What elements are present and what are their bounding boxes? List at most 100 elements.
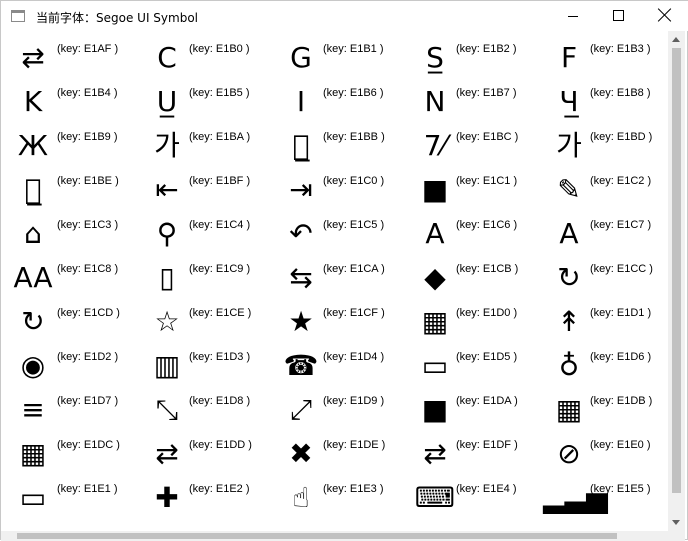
glyph-key-label: (key: E1D2 ) bbox=[57, 351, 119, 363]
glyph-key-label: (key: E1C9 ) bbox=[189, 263, 251, 275]
glyph-key-label: (key: E1B8 ) bbox=[590, 87, 651, 99]
glyph-symbol: ■ bbox=[421, 393, 449, 426]
glyph-cell: ⌨ (key: E1E4 ) bbox=[409, 475, 542, 519]
glyph-cell: K (key: E1B4 ) bbox=[7, 79, 140, 123]
glyph-cell: 가 (key: E1BD ) bbox=[543, 123, 668, 167]
glyph-symbol: ≡ bbox=[21, 393, 45, 426]
glyph-cell: ⤢ (key: E1D9 ) bbox=[275, 387, 408, 431]
glyph-cell: ▭ (key: E1D5 ) bbox=[409, 343, 542, 387]
glyph-cell: ⚲ (key: E1C4 ) bbox=[141, 211, 274, 255]
horizontal-scroll-thumb[interactable] bbox=[17, 533, 617, 539]
glyph-key-label: (key: E1E0 ) bbox=[590, 439, 651, 451]
glyph-symbol: ⤡ bbox=[155, 393, 179, 426]
glyph-cell: ↟ (key: E1D1 ) bbox=[543, 299, 668, 343]
glyph-cell: S̲ (key: E1B2 ) bbox=[409, 35, 542, 79]
glyph-key-label: (key: E1DD ) bbox=[189, 439, 252, 451]
close-icon bbox=[658, 8, 672, 22]
glyph-symbol: S̲ bbox=[426, 41, 444, 74]
glyph-key-label: (key: E1B6 ) bbox=[323, 87, 384, 99]
glyph-symbol: ⚲ bbox=[156, 217, 178, 250]
glyph-symbol: ◆ bbox=[424, 261, 446, 294]
glyph-key-label: (key: E1C6 ) bbox=[456, 219, 518, 231]
glyph-cell: ↻ (key: E1CC ) bbox=[543, 255, 668, 299]
glyph-symbol: ▂▃▅ bbox=[543, 481, 608, 514]
glyph-key-label: (key: E1B2 ) bbox=[456, 43, 517, 55]
glyph-symbol: ★ bbox=[288, 305, 314, 338]
glyph-cell: Ч̲ (key: E1B8 ) bbox=[543, 79, 668, 123]
glyph-cell: ⇆ (key: E1CA ) bbox=[275, 255, 408, 299]
glyph-symbol: 7⁄ bbox=[423, 129, 447, 162]
glyph-cell: ▯ (key: E1C9 ) bbox=[141, 255, 274, 299]
glyph-cell: 가 (key: E1BA ) bbox=[141, 123, 274, 167]
glyph-cell: ⤡ (key: E1D8 ) bbox=[141, 387, 274, 431]
glyph-symbol: ✎ bbox=[557, 173, 581, 206]
glyph-symbol: ⌨ bbox=[414, 481, 456, 514]
glyph-key-label: (key: E1BD ) bbox=[590, 131, 653, 143]
scroll-up-arrow-icon[interactable] bbox=[672, 37, 680, 42]
glyph-key-label: (key: E1AF ) bbox=[57, 43, 119, 55]
glyph-key-label: (key: E1E3 ) bbox=[323, 483, 384, 495]
glyph-key-label: (key: E1CF ) bbox=[323, 307, 385, 319]
vertical-scrollbar[interactable] bbox=[668, 31, 685, 531]
title-bar[interactable]: 当前字体：Segoe UI Symbol bbox=[1, 1, 688, 31]
glyph-cell: ⇄ (key: E1AF ) bbox=[7, 35, 140, 79]
glyph-symbol: ▦ bbox=[421, 305, 449, 338]
glyph-symbol: ▭ bbox=[19, 481, 47, 514]
glyph-symbol: AA bbox=[13, 261, 53, 294]
glyph-key-label: (key: E1B5 ) bbox=[189, 87, 250, 99]
glyph-cell: Ж (key: E1B9 ) bbox=[7, 123, 140, 167]
glyph-symbol: ■ bbox=[421, 173, 449, 206]
glyph-symbol: ⤢ bbox=[289, 393, 313, 426]
glyph-cell: F (key: E1B3 ) bbox=[543, 35, 668, 79]
glyph-symbol: Ж bbox=[17, 129, 49, 162]
scroll-down-arrow-icon[interactable] bbox=[672, 520, 680, 525]
glyph-symbol: ♁ bbox=[558, 349, 580, 382]
glyph-key-label: (key: E1DE ) bbox=[323, 439, 386, 451]
glyph-symbol: ↟ bbox=[557, 305, 581, 338]
glyph-cell: ◉ (key: E1D2 ) bbox=[7, 343, 140, 387]
glyph-symbol: ☝ bbox=[292, 481, 310, 514]
glyph-cell: A (key: E1C6 ) bbox=[409, 211, 542, 255]
glyph-symbol: ◉ bbox=[20, 349, 46, 382]
glyph-symbol: A bbox=[425, 217, 445, 250]
glyph-cell: ▭ (key: E1E1 ) bbox=[7, 475, 140, 519]
glyph-symbol: ▦ bbox=[19, 437, 47, 470]
glyph-cell: ☆ (key: E1CE ) bbox=[141, 299, 274, 343]
glyph-symbol: 가̲ bbox=[24, 173, 42, 206]
glyph-cell: ▦ (key: E1D0 ) bbox=[409, 299, 542, 343]
glyph-key-label: (key: E1B3 ) bbox=[590, 43, 651, 55]
glyph-symbol: ↻ bbox=[557, 261, 581, 294]
glyph-symbol: ⇤ bbox=[155, 173, 179, 206]
glyph-key-label: (key: E1C1 ) bbox=[456, 175, 518, 187]
glyph-symbol: ⊘ bbox=[557, 437, 581, 470]
glyph-key-label: (key: E1E1 ) bbox=[57, 483, 118, 495]
glyph-symbol: Ч̲ bbox=[559, 85, 579, 118]
close-button[interactable] bbox=[642, 1, 688, 31]
app-window-icon bbox=[11, 10, 25, 22]
glyph-key-label: (key: E1DB ) bbox=[590, 395, 653, 407]
glyph-key-label: (key: E1D7 ) bbox=[57, 395, 119, 407]
glyph-cell: ↻ (key: E1CD ) bbox=[7, 299, 140, 343]
glyph-symbol: U̲ bbox=[156, 85, 178, 118]
vertical-scroll-thumb[interactable] bbox=[672, 48, 681, 493]
app-window: 当前字体：Segoe UI Symbol ⇄ (key: E1AF ) C (key:… bbox=[0, 0, 688, 541]
glyph-key-label: (key: E1B1 ) bbox=[323, 43, 384, 55]
glyph-cell: ■ (key: E1C1 ) bbox=[409, 167, 542, 211]
glyph-symbol: 가 bbox=[556, 129, 582, 162]
glyph-key-label: (key: E1C5 ) bbox=[323, 219, 385, 231]
glyph-symbol: ☎ bbox=[283, 349, 319, 382]
glyph-key-label: (key: E1D0 ) bbox=[456, 307, 518, 319]
minimize-button[interactable] bbox=[550, 1, 596, 31]
glyph-symbol: C bbox=[157, 41, 177, 74]
glyph-cell: ▦ (key: E1DC ) bbox=[7, 431, 140, 475]
glyph-symbol: ✚ bbox=[155, 481, 179, 514]
glyph-cell: A (key: E1C7 ) bbox=[543, 211, 668, 255]
glyph-cell: ▂▃▅ (key: E1E5 ) bbox=[543, 475, 668, 519]
glyph-symbol: ↻ bbox=[21, 305, 45, 338]
maximize-button[interactable] bbox=[596, 1, 642, 31]
glyph-cell: C (key: E1B0 ) bbox=[141, 35, 274, 79]
glyph-symbol: I bbox=[296, 85, 306, 118]
glyph-symbol: ⌂ bbox=[24, 217, 42, 250]
glyph-symbol: F bbox=[560, 41, 578, 74]
glyph-symbol: K bbox=[23, 85, 43, 118]
